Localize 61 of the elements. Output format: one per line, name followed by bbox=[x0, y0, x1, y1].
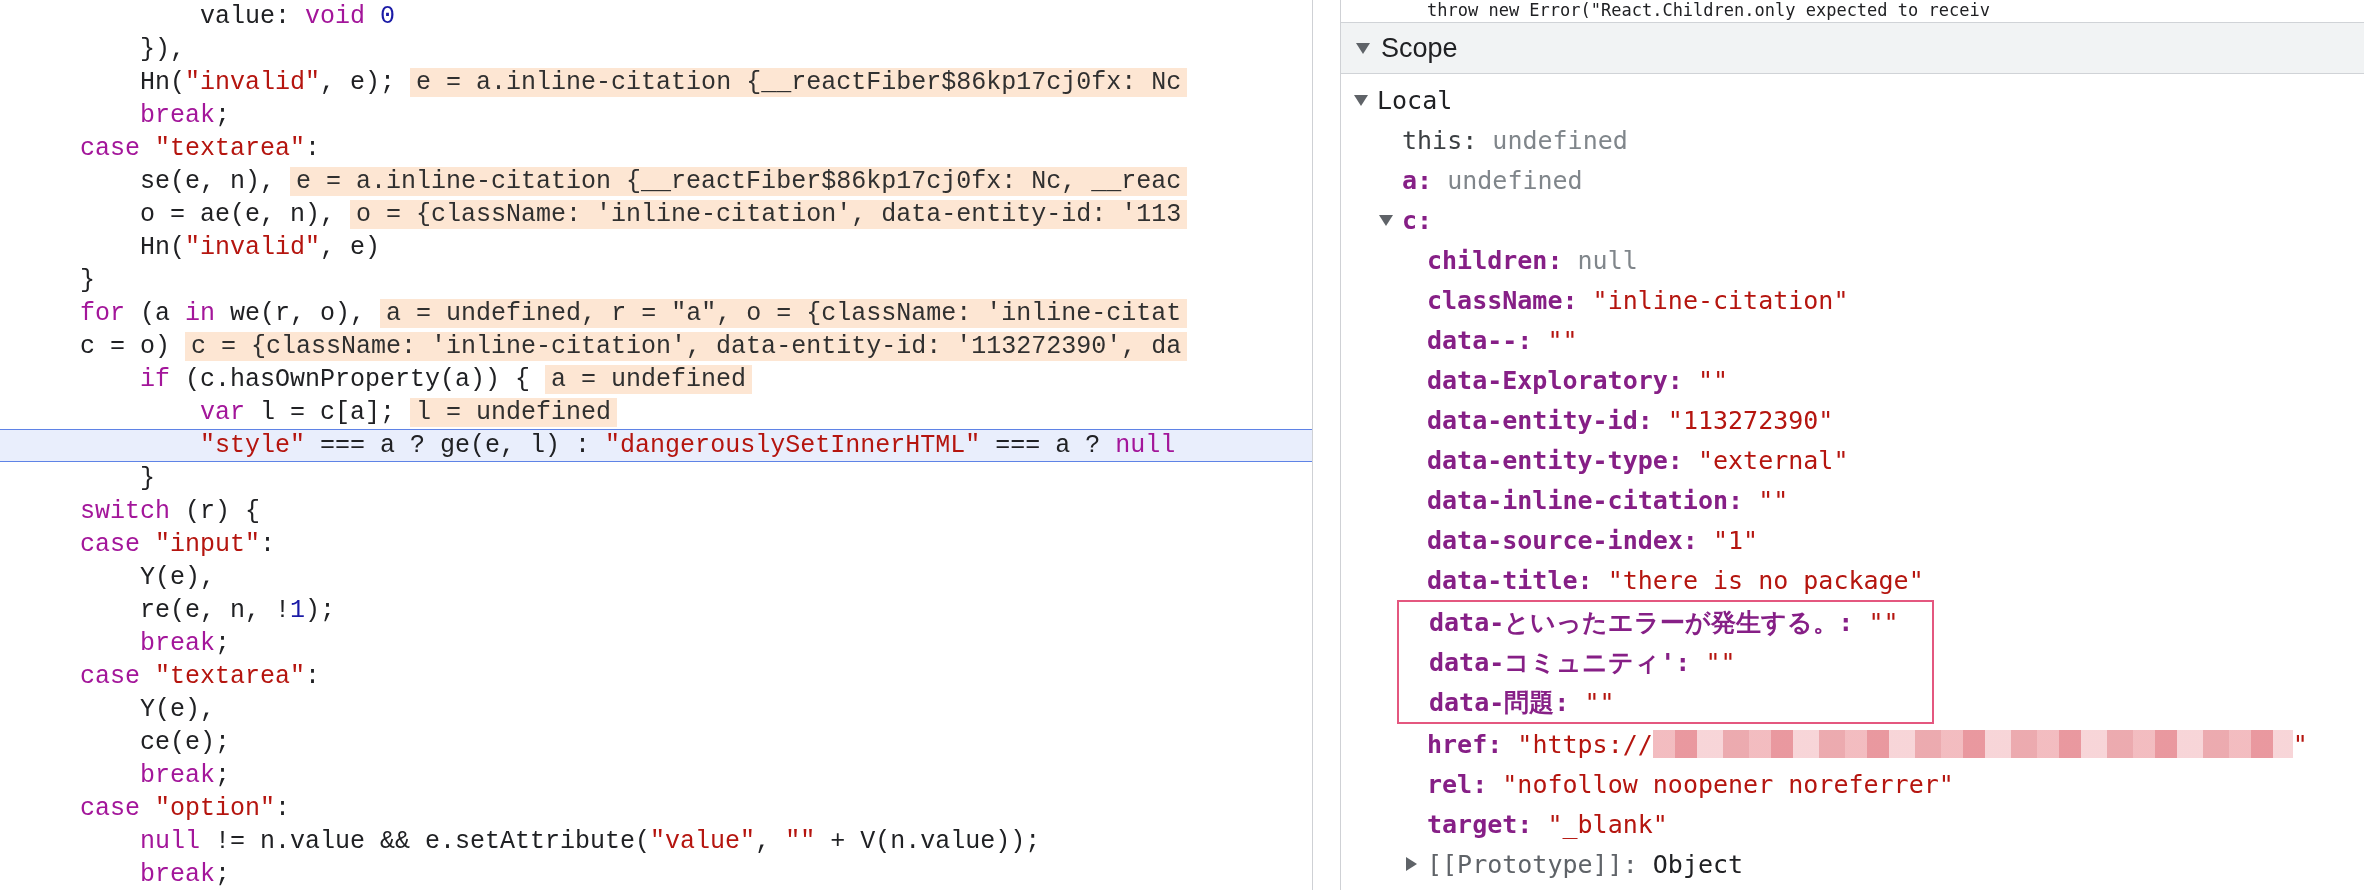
scope-section-header[interactable]: Scope bbox=[1341, 22, 2364, 74]
inline-value: e = a.inline-citation {__reactFiber$86kp17cj0fx: Nc bbox=[410, 68, 1188, 97]
code-line: case "textarea": bbox=[79, 134, 321, 163]
inline-value: o = {className: 'inline-citation', data-entity-id: '113 bbox=[350, 200, 1188, 229]
inline-value: a = undefined, r = "a", o = {className: 'inline-citat bbox=[380, 299, 1188, 328]
scope-property: children: null bbox=[1427, 245, 1638, 275]
scope-group-label[interactable]: Local bbox=[1377, 85, 1453, 115]
scope-property: href: "https:// bbox=[1427, 729, 1653, 759]
collapse-triangle-icon[interactable] bbox=[1355, 40, 1371, 56]
scope-property: rel: "nofollow noopener noreferrer" bbox=[1427, 769, 1954, 799]
scope-property: data-問題: "" bbox=[1429, 686, 1615, 719]
scope-property[interactable]: [[Prototype]]: Object bbox=[1427, 849, 1744, 879]
code-line: case "option": bbox=[79, 794, 291, 823]
code-line: Y(e), bbox=[139, 695, 216, 724]
code-line: break; bbox=[139, 101, 231, 130]
inline-value: l = undefined bbox=[410, 398, 618, 427]
expand-triangle-icon[interactable] bbox=[1403, 856, 1419, 872]
scope-property: data-entity-type: "external" bbox=[1427, 445, 1849, 475]
code-line: case "textarea": bbox=[79, 662, 321, 691]
scope-property: data-といったエラーが発生する。: "" bbox=[1429, 606, 1899, 639]
code-line: } bbox=[139, 464, 156, 493]
scope-property: data-コミュニティ': "" bbox=[1429, 646, 1736, 679]
code-line: o = ae(e, n), bbox=[139, 200, 336, 229]
current-code-line: "style" === a ? ge(e, l) : "dangerouslySetInnerHTML" === a ? null bbox=[199, 431, 1176, 460]
collapse-triangle-icon[interactable] bbox=[1378, 212, 1394, 228]
code-line: ce(e); bbox=[139, 728, 231, 757]
inline-value: e = a.inline-citation {__reactFiber$86kp17cj0fx: Nc, __reac bbox=[290, 167, 1188, 196]
code-line: for (a in we(r, o), bbox=[79, 299, 366, 328]
scope-property: data-Exploratory: "" bbox=[1427, 365, 1729, 395]
scope-property: data--: "" bbox=[1427, 325, 1578, 355]
code-line: Hn("invalid", e) bbox=[139, 233, 381, 262]
inline-value: a = undefined bbox=[545, 365, 753, 394]
string-quote: " bbox=[2292, 729, 2308, 759]
scope-property: data-source-index: "1" bbox=[1427, 525, 1759, 555]
code-line: }), bbox=[139, 35, 186, 64]
code-line: } bbox=[79, 266, 95, 295]
scope-property: a: undefined bbox=[1402, 165, 1583, 195]
code-line: if (c.hasOwnProperty(a)) { bbox=[139, 365, 531, 394]
code-line: switch (r) { bbox=[79, 497, 261, 526]
collapse-triangle-icon[interactable] bbox=[1353, 92, 1369, 108]
code-line: break; bbox=[139, 860, 231, 889]
scope-property: data-title: "there is no package" bbox=[1427, 565, 1924, 595]
code-line: throw new Error("React.Children.only expected to receiv bbox=[1427, 0, 1990, 20]
code-line: Y(e), bbox=[139, 563, 216, 592]
code-line: break; bbox=[139, 629, 231, 658]
code-line: var l = c[a]; bbox=[199, 398, 396, 427]
code-line: null != n.value && e.setAttribute("value", "" + V(n.value)); bbox=[139, 827, 1041, 856]
inline-value: c = {className: 'inline-citation', data-entity-id: '113272390', da bbox=[185, 332, 1188, 361]
scope-property: this: undefined bbox=[1402, 125, 1628, 155]
code-line: re(e, n, !1); bbox=[139, 596, 336, 625]
code-line: break; bbox=[139, 761, 231, 790]
code-line: se(e, n), bbox=[139, 167, 276, 196]
code-line: Hn("invalid", e); bbox=[139, 68, 396, 97]
code-line: value: void 0 bbox=[199, 2, 396, 31]
scope-property: className: "inline-citation" bbox=[1427, 285, 1849, 315]
scope-property: target: "_blank" bbox=[1427, 809, 1668, 839]
code-line: case "input": bbox=[79, 530, 276, 559]
code-line: c = o) bbox=[79, 332, 171, 361]
scope-property: data-entity-id: "113272390" bbox=[1427, 405, 1834, 435]
scope-property[interactable]: c: bbox=[1402, 205, 1433, 235]
scope-property: data-inline-citation: "" bbox=[1427, 485, 1789, 515]
